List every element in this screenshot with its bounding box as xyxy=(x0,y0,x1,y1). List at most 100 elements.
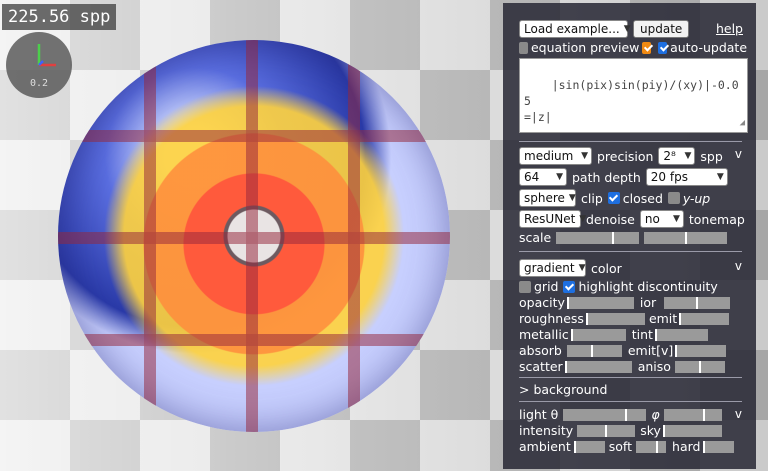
aniso-label: aniso xyxy=(637,359,671,374)
update-button[interactable]: update xyxy=(633,20,690,38)
axis-gizmo[interactable]: 0.2 xyxy=(6,32,72,98)
section-divider xyxy=(519,377,742,378)
scatter-slider[interactable] xyxy=(564,360,632,373)
tint-label: tint xyxy=(631,327,653,342)
scatter-knob[interactable] xyxy=(564,360,567,373)
collapse-render-icon[interactable]: v xyxy=(735,147,742,161)
path-depth-value: 64 xyxy=(524,170,540,184)
phi-slider[interactable] xyxy=(663,408,722,421)
chevron-down-icon: ▼ xyxy=(581,151,588,161)
ior-knob[interactable] xyxy=(696,296,699,309)
equation-editor[interactable]: |sin(pix)sin(piy)/(xy)|-0.05 =|z| ◢ xyxy=(519,58,748,133)
spp-readout: 225.56 spp xyxy=(2,4,117,30)
material-slider-row: scatter aniso xyxy=(519,359,747,374)
soft-knob[interactable] xyxy=(656,440,659,453)
color-mode-value: gradient xyxy=(524,261,575,275)
spp-value: 2⁸ xyxy=(663,149,676,163)
collapse-lighting-icon[interactable]: v xyxy=(735,407,742,421)
aniso-slider[interactable] xyxy=(674,360,725,373)
material-slider-row: roughness emit xyxy=(519,311,747,326)
light-theta-knob[interactable] xyxy=(624,408,627,421)
hard-knob[interactable] xyxy=(703,440,706,453)
phi-knob[interactable] xyxy=(703,408,706,421)
render-viewport[interactable] xyxy=(58,40,450,432)
absorb-slider[interactable] xyxy=(566,344,622,357)
scale-slider-2-knob[interactable] xyxy=(684,231,687,244)
denoise-select[interactable]: ResUNet ▼ xyxy=(519,210,586,228)
emit-v-label: emit[v] xyxy=(627,343,674,358)
emit-v-knob[interactable] xyxy=(675,344,678,357)
fps-select[interactable]: 20 fps ▼ xyxy=(645,168,728,186)
denoise-label: denoise xyxy=(586,211,635,227)
y-up-label: y-up xyxy=(682,190,711,206)
sky-slider[interactable] xyxy=(662,424,722,437)
emit-v-slider[interactable] xyxy=(675,344,727,357)
quality-value: medium xyxy=(524,149,574,163)
metallic-label: metallic xyxy=(519,327,569,342)
ior-slider[interactable] xyxy=(664,296,731,309)
equation-preview-indicator[interactable] xyxy=(642,41,652,54)
light-theta-slider[interactable] xyxy=(563,408,647,421)
grid-checkbox[interactable] xyxy=(519,280,531,293)
metallic-slider[interactable] xyxy=(570,328,626,341)
absorb-knob[interactable] xyxy=(590,344,593,357)
section-divider xyxy=(519,141,742,142)
closed-label: closed xyxy=(622,190,663,206)
tonemap-label: tonemap xyxy=(688,211,745,227)
path-depth-label: path depth xyxy=(572,169,641,185)
highlight-discontinuity-checkbox[interactable] xyxy=(563,280,576,293)
emit-knob[interactable] xyxy=(679,312,682,325)
sky-label: sky xyxy=(640,423,661,438)
intensity-slider[interactable] xyxy=(577,424,636,437)
resize-grip-icon[interactable]: ◢ xyxy=(740,115,745,131)
clip-value: sphere xyxy=(524,191,565,205)
spp-label: spp xyxy=(700,148,723,164)
tint-slider[interactable] xyxy=(654,328,708,341)
metallic-knob[interactable] xyxy=(570,328,573,341)
denoise-value: ResUNet xyxy=(524,212,576,226)
tonemap-value: no xyxy=(644,212,660,226)
intensity-label: intensity xyxy=(519,423,574,438)
equation-text: |sin(pix)sin(piy)/(xy)|-0.05 =|z| xyxy=(524,78,739,124)
ambient-label: ambient xyxy=(519,439,571,454)
y-up-checkbox[interactable] xyxy=(667,192,680,204)
closed-checkbox[interactable] xyxy=(607,192,620,204)
sky-knob[interactable] xyxy=(662,424,665,437)
collapse-material-icon[interactable]: v xyxy=(735,259,742,273)
quality-select[interactable]: medium ▼ xyxy=(519,147,592,165)
hard-slider[interactable] xyxy=(703,440,735,453)
scale-slider-1-knob[interactable] xyxy=(611,231,614,244)
chevron-down-icon: ▼ xyxy=(623,24,631,34)
ior-label: ior xyxy=(639,295,657,310)
opacity-slider[interactable] xyxy=(566,296,634,309)
section-divider xyxy=(519,401,742,402)
grid-label: grid xyxy=(534,279,559,294)
chevron-down-icon: ▼ xyxy=(684,151,692,161)
scale-slider-2[interactable] xyxy=(644,231,728,244)
background-section-toggle[interactable]: > background xyxy=(519,382,607,397)
help-link[interactable]: help xyxy=(716,21,743,36)
path-depth-select[interactable]: 64 ▼ xyxy=(519,168,567,186)
tonemap-select[interactable]: no ▼ xyxy=(639,210,684,228)
roughness-label: roughness xyxy=(519,311,584,326)
section-divider xyxy=(519,251,742,252)
spp-select[interactable]: 2⁸ ▼ xyxy=(658,147,696,165)
roughness-knob[interactable] xyxy=(585,312,588,325)
chevron-down-icon: ▼ xyxy=(716,172,724,182)
soft-slider[interactable] xyxy=(636,440,667,453)
color-mode-select[interactable]: gradient ▼ xyxy=(519,259,586,277)
equation-preview-checkbox[interactable] xyxy=(519,41,528,54)
chevron-down-icon: ▼ xyxy=(578,263,586,273)
ambient-knob[interactable] xyxy=(573,440,576,453)
scale-slider-1[interactable] xyxy=(556,231,640,244)
clip-select[interactable]: sphere ▼ xyxy=(519,189,576,207)
roughness-slider[interactable] xyxy=(585,312,645,325)
aniso-knob[interactable] xyxy=(698,360,701,373)
load-example-select[interactable]: Load example... ▼ xyxy=(519,20,631,38)
ambient-slider[interactable] xyxy=(573,440,605,453)
opacity-knob[interactable] xyxy=(566,296,569,309)
emit-slider[interactable] xyxy=(679,312,730,325)
tint-knob[interactable] xyxy=(654,328,657,341)
auto-update-checkbox[interactable] xyxy=(658,41,668,54)
intensity-knob[interactable] xyxy=(605,424,608,437)
